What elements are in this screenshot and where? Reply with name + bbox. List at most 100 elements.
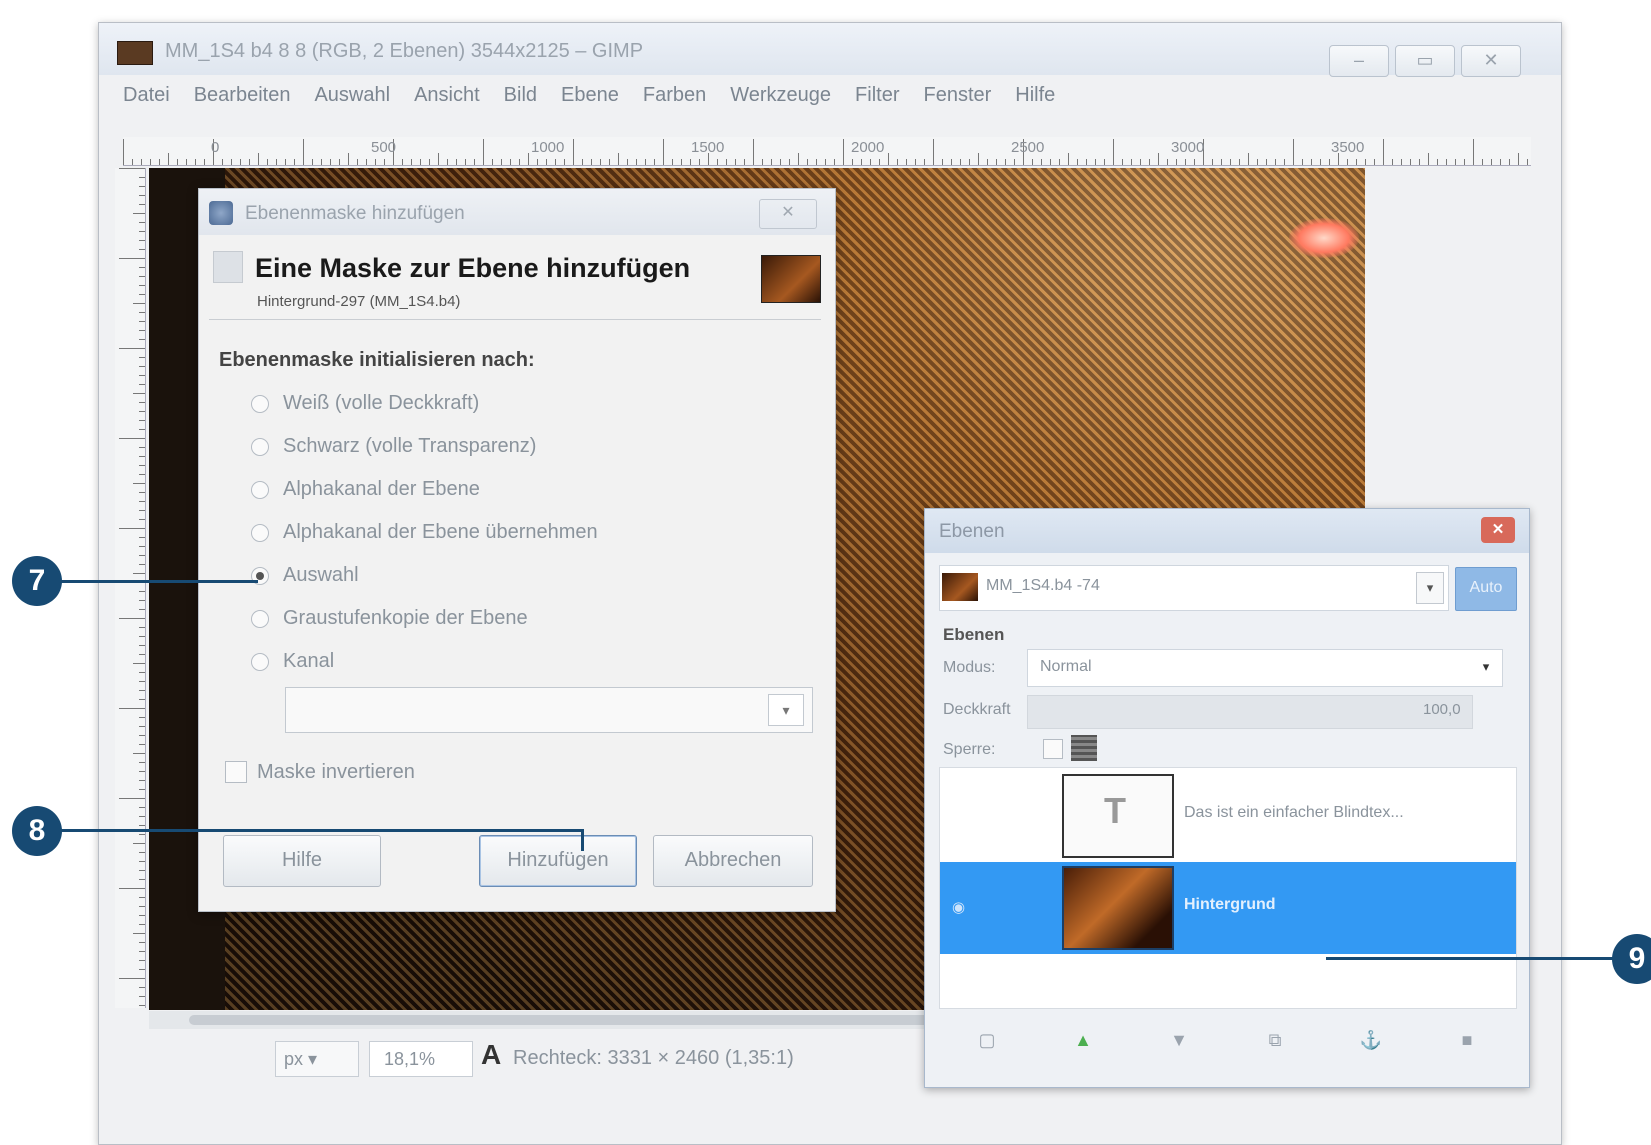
lower-layer-icon[interactable]: ▼: [1165, 1026, 1193, 1054]
ruler-tick: [139, 951, 145, 952]
auto-button[interactable]: Auto: [1455, 567, 1517, 611]
radio-label[interactable]: Alphakanal der Ebene übernehmen: [283, 521, 598, 544]
ruler-tick: [139, 915, 145, 916]
ruler-tick: [1500, 159, 1501, 165]
menu-item[interactable]: Ebene: [561, 84, 619, 107]
ruler-tick: [762, 159, 763, 165]
ruler-tick: [139, 834, 145, 835]
callout-badge: 9: [1612, 934, 1651, 984]
menu-item[interactable]: Ansicht: [414, 84, 480, 107]
chevron-down-icon[interactable]: ▾: [1474, 654, 1498, 680]
layer-name[interactable]: Hintergrund: [1184, 896, 1276, 914]
menu-item[interactable]: Datei: [123, 84, 170, 107]
invert-mask-label[interactable]: Maske invertieren: [257, 761, 415, 784]
ruler-tick: [1482, 159, 1483, 165]
ruler-tick: [510, 159, 511, 165]
ruler-tick: [1302, 159, 1303, 165]
menu-item[interactable]: Werkzeuge: [730, 84, 831, 107]
init-option-radio[interactable]: Alphakanal der Ebene übernehmen: [251, 518, 751, 548]
radio-label[interactable]: Kanal: [283, 650, 334, 673]
lock-alpha-icon[interactable]: [1071, 735, 1097, 761]
chevron-down-icon[interactable]: ▾: [1416, 572, 1444, 604]
radio-dot[interactable]: [251, 395, 269, 413]
mode-select[interactable]: Normal ▾: [1027, 649, 1503, 687]
chevron-down-icon[interactable]: ▾: [768, 694, 804, 726]
radio-dot[interactable]: [251, 524, 269, 542]
horizontal-ruler[interactable]: 0 500 1000 1500 2000 2500 3000 3500: [123, 137, 1531, 166]
init-option-radio[interactable]: Alphakanal der Ebene: [251, 475, 751, 505]
radio-dot[interactable]: [251, 438, 269, 456]
ruler-tick: [1176, 159, 1177, 165]
ruler-tick: [960, 159, 961, 165]
ruler-tick: [447, 159, 448, 165]
menu-item[interactable]: Filter: [855, 84, 899, 107]
ruler-tick: [139, 942, 145, 943]
cancel-button[interactable]: Abbrechen: [653, 835, 813, 887]
layer-row[interactable]: T Das ist ein einfacher Blindtex...: [940, 770, 1516, 862]
lock-pixels-checkbox[interactable]: [1043, 739, 1063, 759]
radio-label[interactable]: Graustufenkopie der Ebene: [283, 607, 528, 630]
ruler-tick: [139, 852, 145, 853]
ruler-tick: [139, 609, 145, 610]
ruler-tick: [942, 159, 943, 165]
ruler-tick: [139, 879, 145, 880]
eye-icon[interactable]: ◉: [952, 898, 965, 916]
radio-dot[interactable]: [251, 653, 269, 671]
menu-item[interactable]: Farben: [643, 84, 706, 107]
radio-label[interactable]: Auswahl: [283, 564, 359, 587]
ruler-tick: [139, 924, 145, 925]
layers-close-button[interactable]: ✕: [1481, 517, 1515, 543]
ruler-tick: [133, 303, 145, 304]
radio-label[interactable]: Schwarz (volle Transparenz): [283, 435, 536, 458]
add-button[interactable]: Hinzufügen: [479, 835, 637, 887]
init-option-radio[interactable]: Kanal: [251, 647, 751, 677]
ruler-tick: [600, 159, 601, 165]
radio-label[interactable]: Alphakanal der Ebene: [283, 478, 480, 501]
init-option-radio[interactable]: Auswahl: [251, 561, 751, 591]
layer-row-selected[interactable]: ◉ Hintergrund: [940, 862, 1516, 954]
ruler-tick: [303, 139, 304, 165]
ruler-tick: [119, 528, 145, 529]
ruler-tick: [139, 384, 145, 385]
menu-item[interactable]: Bearbeiten: [194, 84, 291, 107]
menu-item[interactable]: Bild: [504, 84, 537, 107]
opacity-slider-fill: [1028, 696, 1472, 728]
menu-item[interactable]: Auswahl: [314, 84, 390, 107]
close-window-button[interactable]: ✕: [1461, 45, 1521, 77]
ruler-tick: [139, 267, 145, 268]
invert-mask-checkbox[interactable]: [225, 761, 247, 783]
maximize-button[interactable]: ▭: [1395, 45, 1455, 77]
ruler-tick: [139, 339, 145, 340]
opacity-value[interactable]: 100,0: [1423, 701, 1461, 718]
menu-item[interactable]: Fenster: [923, 84, 991, 107]
ruler-tick: [330, 159, 331, 165]
menu-item[interactable]: Hilfe: [1015, 84, 1055, 107]
layer-name[interactable]: Das ist ein einfacher Blindtex...: [1184, 804, 1404, 822]
zoom-field[interactable]: 18,1%: [369, 1041, 473, 1077]
unit-select[interactable]: px ▾: [275, 1041, 359, 1077]
init-option-radio[interactable]: Graustufenkopie der Ebene: [251, 604, 751, 634]
anchor-layer-icon[interactable]: ⚓: [1357, 1026, 1385, 1054]
radio-dot[interactable]: [251, 610, 269, 628]
vertical-ruler[interactable]: [115, 168, 146, 1008]
init-option-radio[interactable]: Weiß (volle Deckkraft): [251, 389, 751, 419]
ruler-tick: [139, 231, 145, 232]
ruler-tick: [1419, 159, 1420, 165]
image-select[interactable]: MM_1S4.b4 -74 ▾: [939, 565, 1449, 611]
help-button[interactable]: Hilfe: [223, 835, 381, 887]
delete-layer-icon[interactable]: ■: [1453, 1026, 1481, 1054]
radio-label[interactable]: Weiß (volle Deckkraft): [283, 392, 479, 415]
minimize-button[interactable]: –: [1329, 45, 1389, 77]
radio-dot[interactable]: [251, 481, 269, 499]
duplicate-layer-icon[interactable]: ⧉: [1261, 1026, 1289, 1054]
init-option-radio[interactable]: Schwarz (volle Transparenz): [251, 432, 751, 462]
init-section-label: Ebenenmaske initialisieren nach:: [219, 349, 535, 371]
opacity-slider[interactable]: [1027, 695, 1473, 729]
ruler-tick: [573, 139, 574, 165]
channel-select[interactable]: ▾: [285, 687, 813, 733]
ruler-tick: [321, 159, 322, 165]
new-layer-icon[interactable]: ▢: [973, 1026, 1001, 1054]
ruler-tick: [285, 159, 286, 165]
dialog-close-button[interactable]: ✕: [759, 199, 817, 229]
raise-layer-icon[interactable]: ▲: [1069, 1026, 1097, 1054]
